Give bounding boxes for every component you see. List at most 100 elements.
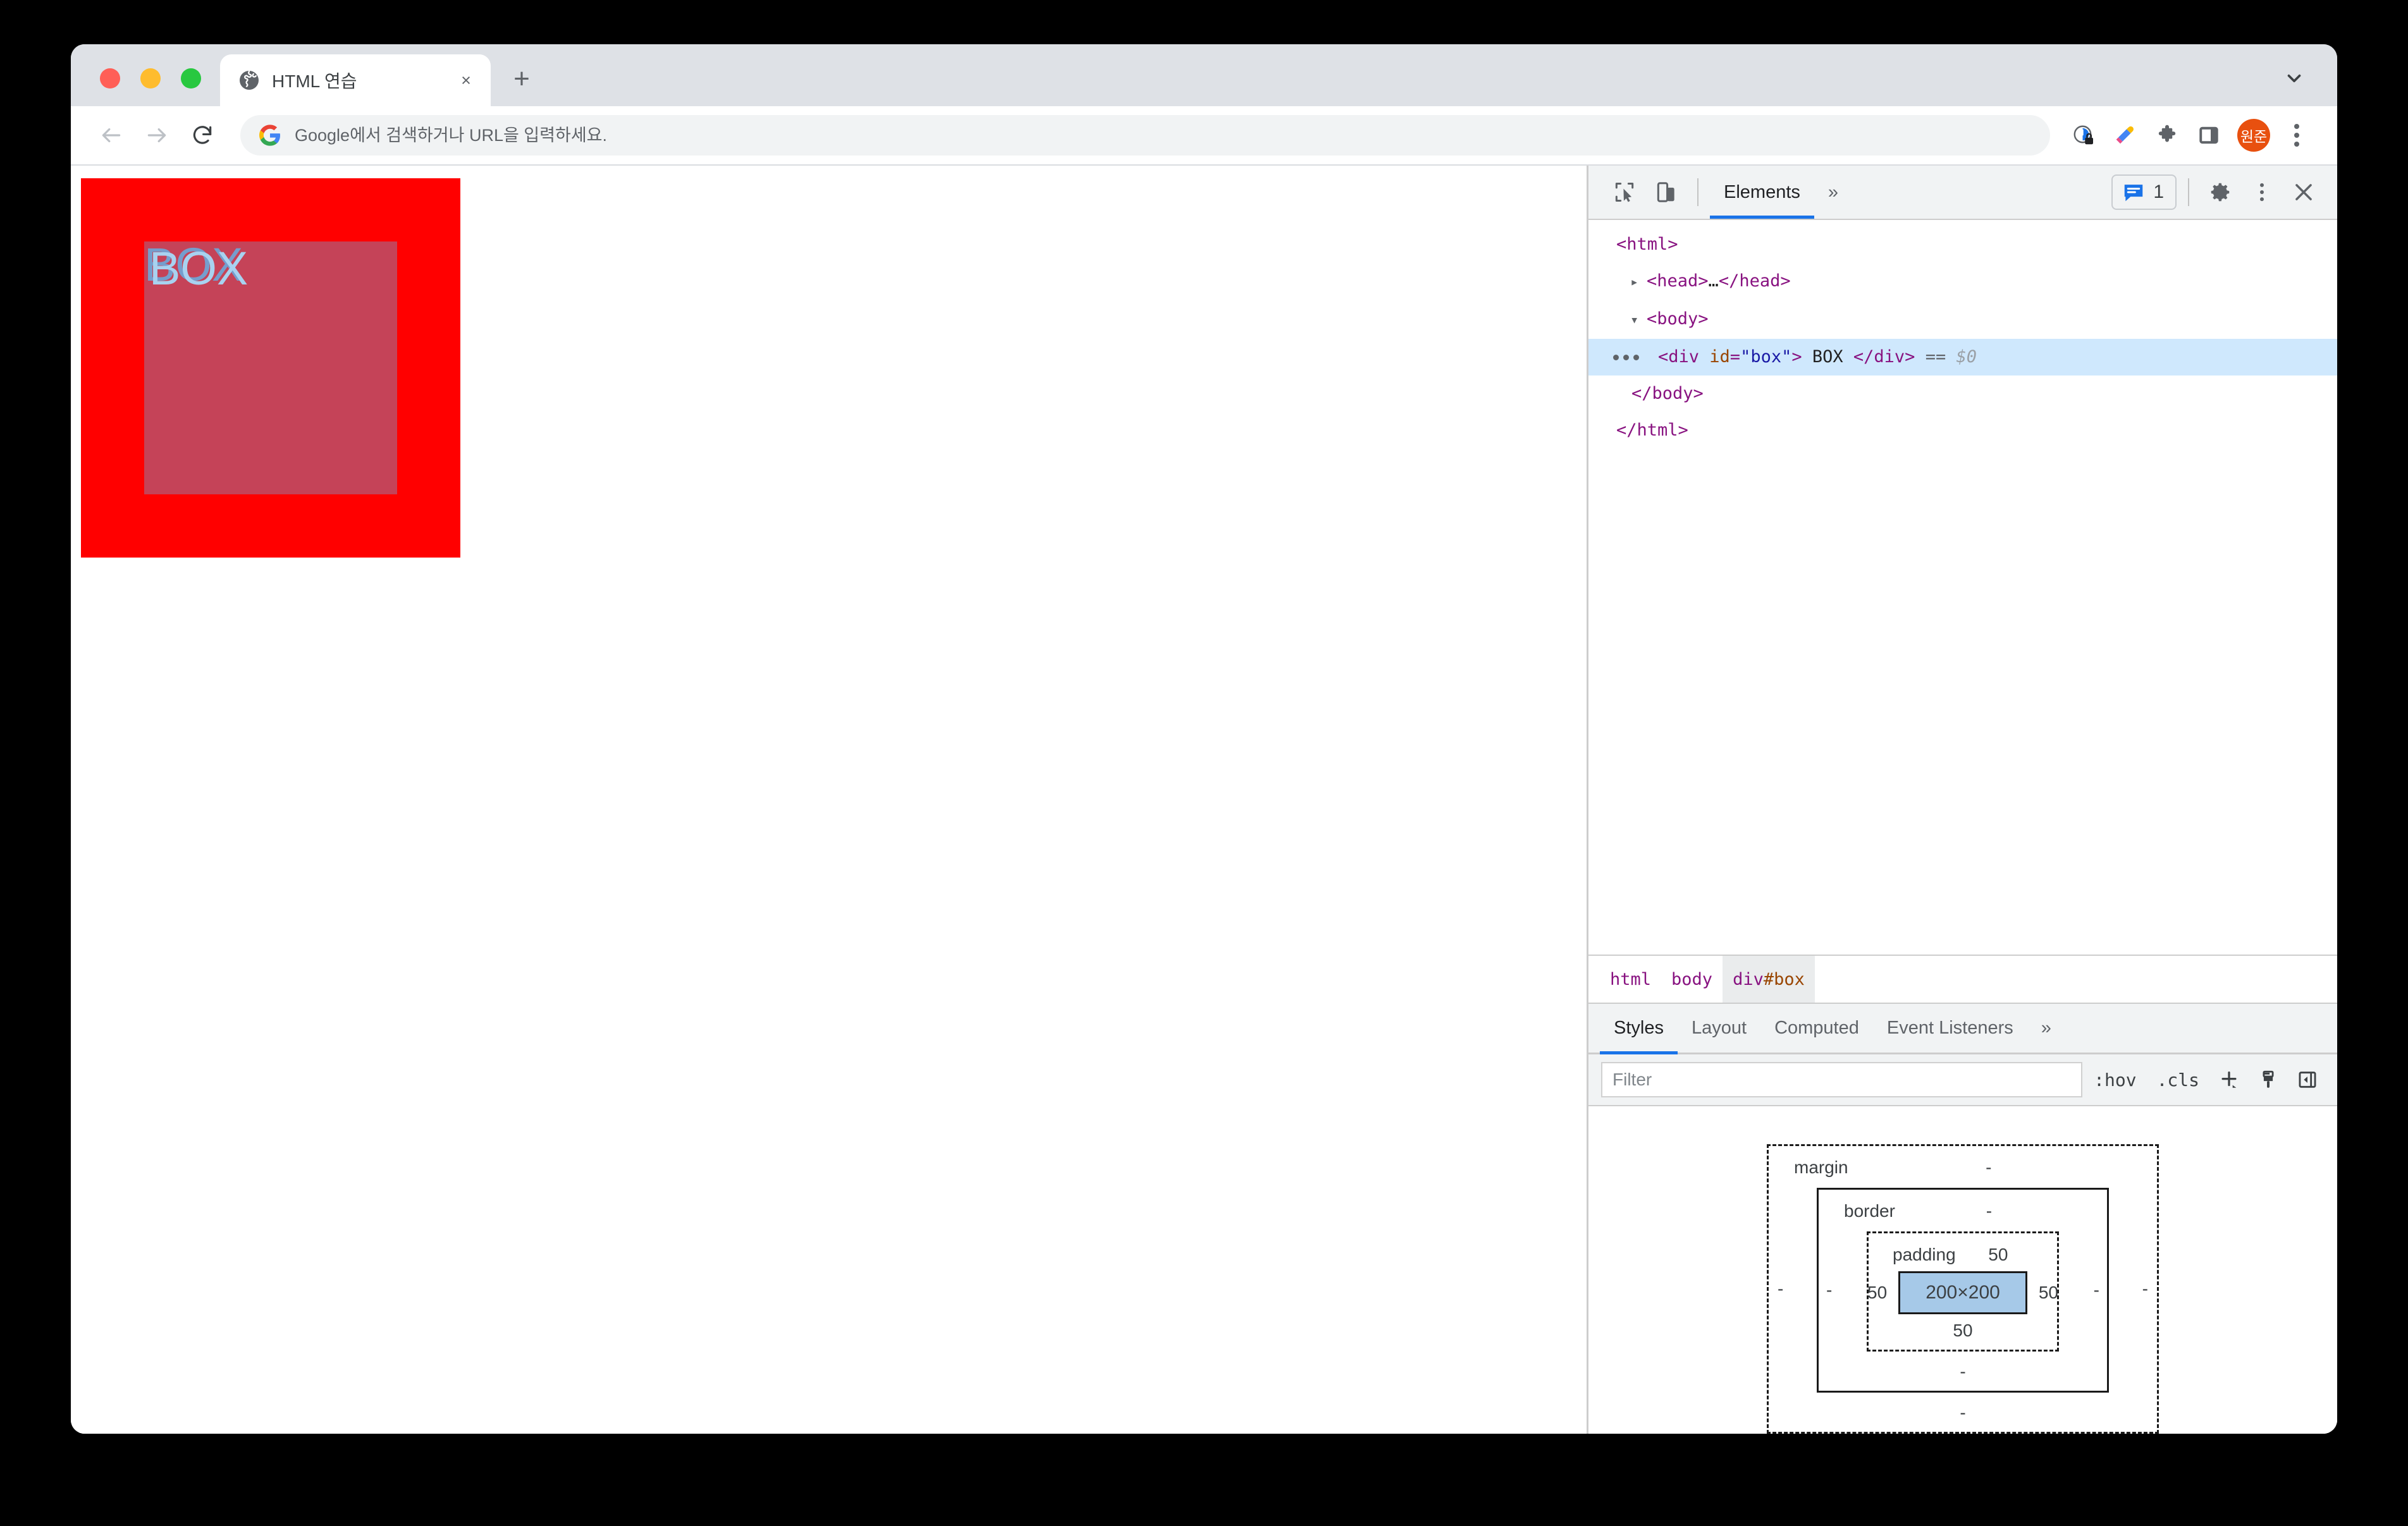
box-model-margin-top[interactable]: - (1877, 1157, 2100, 1178)
menu-dot (1612, 354, 1619, 360)
tab-strip: HTML 연습 × + (71, 44, 2337, 106)
expand-twisty-icon[interactable]: ▸ (1630, 264, 1647, 301)
dom-attr-name[interactable]: id (1709, 347, 1730, 367)
breadcrumb-item-div-box[interactable]: div #box (1723, 956, 1815, 1003)
breadcrumb: html body div #box (1588, 955, 2337, 1003)
styles-pane: Styles Layout Computed Event Listeners »… (1588, 1003, 2337, 1434)
box-model-content-size[interactable]: 200×200 (1898, 1271, 2027, 1314)
globe-favicon-icon (238, 69, 261, 92)
dom-tag: </body> (1631, 384, 1704, 403)
window-minimize-button[interactable] (140, 68, 161, 89)
address-bar-input[interactable] (295, 125, 2031, 145)
devtools-close-icon[interactable] (2284, 173, 2323, 212)
box-model-border-bottom[interactable]: - (1838, 1359, 2088, 1384)
breadcrumb-item-html[interactable]: html (1600, 956, 1661, 1003)
sidebar-toggle-icon[interactable] (2289, 1062, 2326, 1097)
reload-button[interactable] (181, 114, 224, 157)
dom-row[interactable]: <html> (1588, 226, 2337, 263)
dom-text-node[interactable]: BOX (1802, 347, 1853, 367)
breadcrumb-item-body[interactable]: body (1661, 956, 1723, 1003)
dom-tree[interactable]: <html> ▸ <head>…</head> ▾ <body> <div id="… (1588, 220, 2337, 955)
box-model-padding-right[interactable]: 50 (2039, 1283, 2058, 1303)
console-message-badge[interactable]: 1 (2111, 174, 2177, 210)
dom-row[interactable]: </html> (1588, 412, 2337, 449)
box-model-border-right[interactable]: - (2094, 1280, 2099, 1300)
inspect-cursor-icon[interactable] (1605, 173, 1644, 212)
dom-tag: <body> (1647, 309, 1709, 329)
tab-computed[interactable]: Computed (1760, 1004, 1873, 1053)
box-model-border[interactable]: border - - - padding 50 50 200×200 50 50… (1817, 1188, 2109, 1393)
box-model-padding-top[interactable]: 50 (1985, 1245, 2012, 1265)
dom-dollar-zero: $0 (1956, 347, 1977, 367)
google-g-icon (259, 125, 281, 146)
kebab-menu-icon[interactable] (2279, 118, 2314, 153)
browser-tab-title: HTML 연습 (272, 71, 357, 91)
toolbar-divider (1697, 178, 1698, 206)
kebab-dot (2294, 124, 2299, 129)
box-model-margin-label: margin (1794, 1157, 1848, 1177)
dom-ellipsis: … (1708, 271, 1719, 291)
profile-avatar[interactable]: 원준 (2237, 119, 2270, 152)
tab-close-icon[interactable]: × (453, 67, 479, 94)
window-close-button[interactable] (100, 68, 120, 89)
box-model-border-left[interactable]: - (1826, 1280, 1832, 1300)
console-message-count: 1 (2153, 181, 2164, 202)
dom-row-selected[interactable]: <div id="box"> BOX </div> == $0 (1588, 339, 2337, 375)
hov-toggle-button[interactable]: :hov (2085, 1062, 2145, 1097)
dom-closing-tag: </div> (1853, 347, 1915, 367)
collapse-twisty-icon[interactable]: ▾ (1630, 302, 1647, 339)
box-model-border-top[interactable]: - (1924, 1201, 2054, 1221)
devtools-panel: Elements » 1 <html> ▸ <head>…</head> ▾ <… (1587, 166, 2337, 1434)
address-bar[interactable] (240, 115, 2050, 156)
box-model-diagram: margin - - - border - - - padding 50 50 … (1588, 1106, 2337, 1434)
side-panel-icon[interactable] (2189, 116, 2228, 155)
eyedropper-icon[interactable] (2106, 116, 2145, 155)
back-button[interactable] (90, 114, 133, 157)
box-model-margin[interactable]: margin - - - border - - - padding 50 50 … (1767, 1144, 2159, 1434)
new-style-rule-button[interactable] (2211, 1062, 2247, 1097)
box-model-margin-bottom[interactable]: - (1788, 1400, 2138, 1425)
tab-event-listeners[interactable]: Event Listeners (1873, 1004, 2027, 1053)
new-tab-button[interactable]: + (502, 59, 541, 99)
styles-filter-input[interactable] (1601, 1062, 2083, 1097)
more-panels-chevron-icon[interactable]: » (1814, 166, 1852, 219)
forward-button[interactable] (135, 114, 178, 157)
page-box-element[interactable]: BOX (81, 178, 460, 558)
tab-styles[interactable]: Styles (1600, 1004, 1678, 1054)
page-viewport[interactable]: BOX BOX (71, 166, 1587, 1434)
gear-icon[interactable] (2201, 173, 2240, 212)
privacy-lock-icon[interactable] (2064, 116, 2103, 155)
extensions-puzzle-icon[interactable] (2147, 116, 2187, 155)
more-styles-tabs-chevron-icon[interactable]: » (2027, 1004, 2065, 1053)
window-traffic-lights (71, 68, 220, 106)
dom-row-menu-icon[interactable] (1611, 339, 1640, 375)
dom-row[interactable]: ▸ <head>…</head> (1588, 263, 2337, 301)
box-model-margin-left[interactable]: - (1778, 1279, 1783, 1299)
paintbrush-icon[interactable] (2250, 1062, 2287, 1097)
styles-filter-bar: :hov .cls (1588, 1054, 2337, 1106)
chevron-down-icon[interactable] (2276, 61, 2312, 96)
dom-tag: </html> (1616, 420, 1688, 440)
box-model-padding-left[interactable]: 50 (1867, 1283, 1887, 1303)
box-model-margin-right[interactable]: - (2142, 1279, 2148, 1299)
box-model-padding-bottom[interactable]: 50 (1886, 1318, 2039, 1343)
devtools-toolbar: Elements » 1 (1588, 166, 2337, 220)
browser-tab[interactable]: HTML 연습 × (220, 54, 491, 106)
menu-dot (1623, 354, 1629, 360)
dom-row[interactable]: ▾ <body> (1588, 301, 2337, 339)
dom-equals: = (1729, 347, 1741, 367)
tab-layout[interactable]: Layout (1678, 1004, 1760, 1053)
menu-dot (1633, 354, 1639, 360)
devtools-panel-tabs: Elements » (1710, 166, 1852, 219)
cls-toggle-button[interactable]: .cls (2148, 1062, 2208, 1097)
window-maximize-button[interactable] (181, 68, 201, 89)
devtools-kebab-menu-icon[interactable] (2242, 173, 2282, 212)
device-toolbar-icon[interactable] (1647, 173, 1686, 212)
toolbar-divider (2188, 178, 2189, 206)
dom-attr-value[interactable]: "box" (1740, 347, 1791, 367)
kebab-dot (2294, 142, 2299, 147)
dom-row[interactable]: </body> (1588, 375, 2337, 412)
breadcrumb-tag: div (1733, 969, 1764, 989)
box-model-padding[interactable]: padding 50 50 200×200 50 50 (1867, 1231, 2059, 1352)
tab-elements[interactable]: Elements (1710, 166, 1814, 219)
